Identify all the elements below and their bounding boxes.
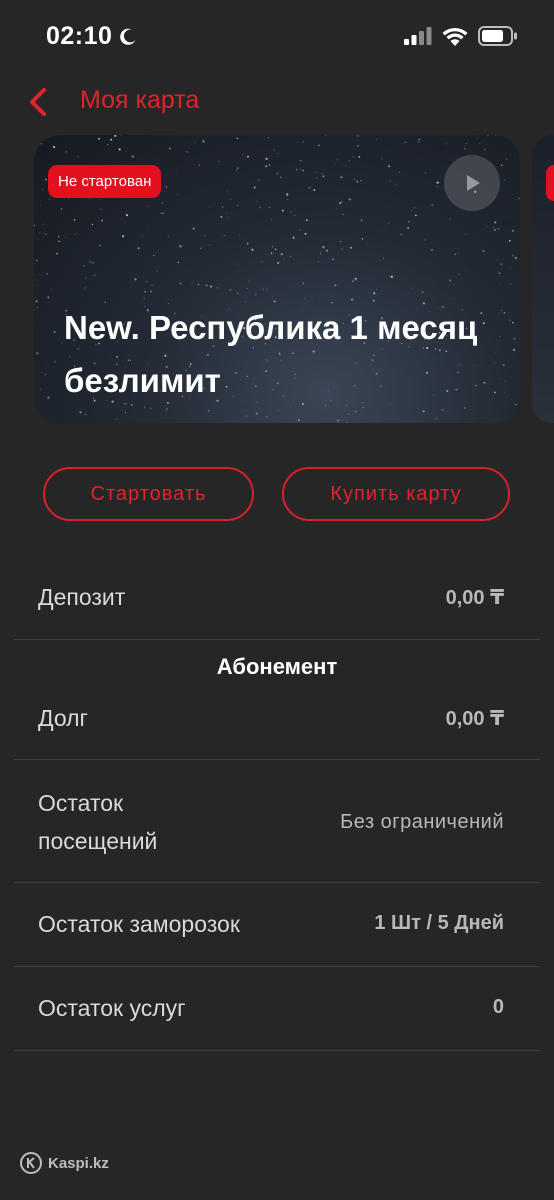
battery-icon xyxy=(478,26,517,46)
debt-value: 0,00 ₸ xyxy=(445,708,504,730)
clock-text: 02:10 xyxy=(46,22,113,50)
visits-remaining-row: Остаток посещений Без ограничений xyxy=(14,760,540,883)
wifi-icon xyxy=(442,27,468,46)
next-card-badge xyxy=(546,165,554,201)
deposit-label: Депозит xyxy=(38,584,126,610)
buy-card-button[interactable]: Купить карту xyxy=(282,467,510,521)
visits-remaining-label-line1: Остаток xyxy=(38,790,124,816)
membership-card[interactable]: Не стартован New. Республика 1 месяц без… xyxy=(34,135,520,423)
watermark-text: Kaspi.kz xyxy=(48,1154,109,1172)
nav-bar: Моя карта xyxy=(0,80,554,124)
next-card-peek[interactable] xyxy=(532,135,554,423)
services-remaining-label: Остаток услуг xyxy=(38,995,186,1021)
freezes-remaining-row: Остаток заморозок 1 Шт / 5 Дней xyxy=(14,883,540,967)
status-bar: 02:10 xyxy=(0,0,554,74)
debt-label: Долг xyxy=(38,705,88,731)
moon-icon xyxy=(120,28,136,45)
services-remaining-row: Остаток услуг 0 xyxy=(14,967,540,1051)
visits-remaining-label-line2: посещений xyxy=(38,828,158,854)
freezes-remaining-value: 1 Шт / 5 Дней xyxy=(374,912,504,934)
back-button[interactable] xyxy=(24,84,60,120)
play-button[interactable] xyxy=(444,155,500,211)
services-remaining-value: 0 xyxy=(492,996,504,1018)
chevron-left-icon xyxy=(30,88,46,116)
deposit-row: Депозит 0,00 ₸ xyxy=(14,558,540,640)
status-icons xyxy=(404,26,518,46)
kaspi-logo-icon xyxy=(20,1152,42,1174)
status-badge: Не стартован xyxy=(48,165,162,198)
status-time: 02:10 xyxy=(46,22,138,51)
start-button[interactable]: Стартовать xyxy=(43,467,254,521)
debt-row: Долг 0,00 ₸ xyxy=(14,640,540,760)
watermark: Kaspi.kz xyxy=(20,1152,109,1174)
freezes-remaining-label: Остаток заморозок xyxy=(38,911,240,937)
card-title-line2: безлимит xyxy=(64,362,221,399)
play-icon xyxy=(467,175,480,191)
page-title: Моя карта xyxy=(80,86,200,114)
visits-remaining-label: Остаток посещений xyxy=(38,784,157,860)
card-title-line1: New. Республика 1 месяц xyxy=(64,309,478,346)
deposit-value: 0,00 ₸ xyxy=(445,587,504,609)
visits-remaining-value: Без ограничений xyxy=(340,811,504,833)
cellular-signal-icon xyxy=(404,27,432,45)
card-title: New. Республика 1 месяц безлимит xyxy=(64,301,514,407)
